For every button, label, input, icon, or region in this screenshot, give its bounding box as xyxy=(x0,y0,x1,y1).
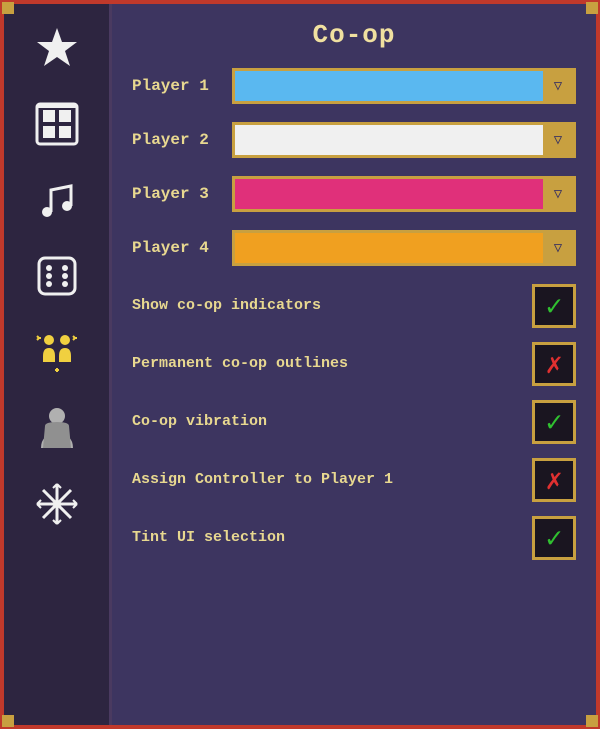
content-area[interactable]: Player 1 Player 2 Player 3 Player 4 Show co… xyxy=(112,60,596,725)
player-row-player1: Player 1 xyxy=(132,68,576,104)
app-window: Co-op Player 1 Player 2 Player 3 Player 4 S… xyxy=(0,0,600,729)
page-title: Co-op xyxy=(112,4,596,60)
player-row-player2: Player 2 xyxy=(132,122,576,158)
toggle-row-permanent-outlines: Permanent co-op outlines ✗ xyxy=(132,342,576,386)
show-indicators-checkbox[interactable]: ✓ xyxy=(532,284,576,328)
coop-icon xyxy=(33,328,81,376)
assign-controller-checkmark: ✗ xyxy=(546,463,563,498)
vibration-label: Co-op vibration xyxy=(132,412,532,432)
corner-decoration-bl xyxy=(2,715,14,727)
player2-dropdown-arrow[interactable] xyxy=(543,125,573,155)
dice-icon xyxy=(33,252,81,300)
toggle-row-tint-ui: Tint UI selection ✓ xyxy=(132,516,576,560)
sidebar-item-display[interactable] xyxy=(23,90,91,158)
player-row-player4: Player 4 xyxy=(132,230,576,266)
player4-label: Player 4 xyxy=(132,239,232,257)
player3-color-dropdown[interactable] xyxy=(232,176,576,212)
sidebar-item-audio[interactable] xyxy=(23,166,91,234)
vibration-checkbox[interactable]: ✓ xyxy=(532,400,576,444)
player3-dropdown-arrow[interactable] xyxy=(543,179,573,209)
sidebar-item-profile[interactable] xyxy=(23,394,91,462)
assign-controller-label: Assign Controller to Player 1 xyxy=(132,470,532,490)
sidebar-item-favorites[interactable] xyxy=(23,14,91,82)
toggle-row-vibration: Co-op vibration ✓ xyxy=(132,400,576,444)
show-indicators-label: Show co-op indicators xyxy=(132,296,532,316)
tint-ui-label: Tint UI selection xyxy=(132,528,532,548)
permanent-outlines-checkbox[interactable]: ✗ xyxy=(532,342,576,386)
corner-decoration-tr xyxy=(586,2,598,14)
person-icon xyxy=(33,404,81,452)
sidebar-item-gameplay[interactable] xyxy=(23,242,91,310)
player4-color-fill xyxy=(235,233,543,263)
show-indicators-checkmark: ✓ xyxy=(546,289,563,324)
player1-label: Player 1 xyxy=(132,77,232,95)
sidebar-item-advanced[interactable] xyxy=(23,470,91,538)
toggle-row-show-indicators: Show co-op indicators ✓ xyxy=(132,284,576,328)
player-row-player3: Player 3 xyxy=(132,176,576,212)
snowflake-icon xyxy=(33,480,81,528)
permanent-outlines-label: Permanent co-op outlines xyxy=(132,354,532,374)
player1-dropdown-arrow[interactable] xyxy=(543,71,573,101)
main-panel: Co-op Player 1 Player 2 Player 3 Player 4 S… xyxy=(112,4,596,725)
player2-color-dropdown[interactable] xyxy=(232,122,576,158)
player4-color-dropdown[interactable] xyxy=(232,230,576,266)
assign-controller-checkbox[interactable]: ✗ xyxy=(532,458,576,502)
star-icon xyxy=(33,24,81,72)
sidebar-item-coop[interactable] xyxy=(23,318,91,386)
player3-color-fill xyxy=(235,179,543,209)
player4-dropdown-arrow[interactable] xyxy=(543,233,573,263)
tint-ui-checkbox[interactable]: ✓ xyxy=(532,516,576,560)
player1-color-fill xyxy=(235,71,543,101)
music-icon xyxy=(33,176,81,224)
player2-color-fill xyxy=(235,125,543,155)
tint-ui-checkmark: ✓ xyxy=(546,521,563,556)
toggle-row-assign-controller: Assign Controller to Player 1 ✗ xyxy=(132,458,576,502)
player3-label: Player 3 xyxy=(132,185,232,203)
permanent-outlines-checkmark: ✗ xyxy=(546,347,563,382)
vibration-checkmark: ✓ xyxy=(546,405,563,440)
sidebar xyxy=(4,4,112,725)
player1-color-dropdown[interactable] xyxy=(232,68,576,104)
player2-label: Player 2 xyxy=(132,131,232,149)
display-icon xyxy=(33,100,81,148)
